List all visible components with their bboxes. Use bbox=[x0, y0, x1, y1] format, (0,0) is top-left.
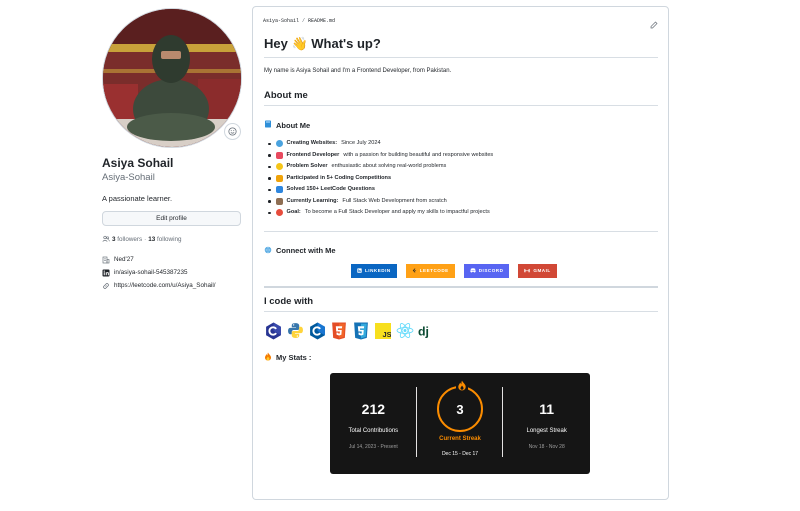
about-heading: About me bbox=[264, 90, 658, 106]
gmail-icon bbox=[524, 268, 531, 273]
react-icon bbox=[396, 322, 414, 340]
about-list: Creating Websites: Since July 2024 Front… bbox=[264, 138, 658, 219]
link-icon bbox=[102, 282, 110, 290]
globe-icon bbox=[264, 246, 272, 256]
trophy-icon bbox=[275, 174, 283, 182]
profile-sidebar: Asiya Sohail Asiya-Sohail A passionate l… bbox=[102, 8, 242, 292]
total-contributions: 212 Total Contributions Jul 14, 2023 - P… bbox=[330, 373, 417, 474]
readme-breadcrumb: Asiya-Sohail / README.md bbox=[263, 18, 336, 24]
c-icon bbox=[264, 322, 282, 340]
list-item: Goal: To become a Full Stack Developer a… bbox=[264, 207, 658, 219]
list-item: Currently Learning: Full Stack Web Devel… bbox=[264, 196, 658, 208]
set-status-button[interactable] bbox=[224, 123, 241, 140]
total-contributions-value: 212 bbox=[361, 401, 386, 417]
list-item: Participated in 5+ Coding Competitions bbox=[264, 173, 658, 185]
current-streak-range: Dec 15 - Dec 17 bbox=[441, 451, 479, 457]
avatar[interactable] bbox=[102, 8, 242, 148]
longest-streak-range: Nov 18 - Nov 28 bbox=[528, 444, 565, 450]
book-icon bbox=[264, 120, 272, 130]
code-heading: I code with bbox=[264, 296, 658, 312]
bulb-icon bbox=[275, 163, 283, 171]
about-subheading: About Me bbox=[264, 120, 658, 130]
django-icon: dj bbox=[418, 322, 436, 340]
python-icon bbox=[286, 322, 304, 340]
edit-profile-button[interactable]: Edit profile bbox=[102, 211, 241, 226]
list-item: Frontend Developer with a passion for bu… bbox=[264, 150, 658, 162]
organization-icon bbox=[102, 256, 110, 264]
leetcode-badge[interactable]: LEETCODE bbox=[405, 263, 455, 278]
svg-text:JS: JS bbox=[383, 330, 392, 339]
pencil-icon bbox=[650, 21, 658, 29]
follow-stats: 3 followers · 13 following bbox=[102, 235, 242, 243]
discord-icon bbox=[470, 268, 476, 273]
breadcrumb-file: README.md bbox=[308, 18, 336, 24]
edit-readme-button[interactable] bbox=[650, 16, 658, 34]
profile-website[interactable]: https://leetcode.com/u/Asiya_Sohail/ bbox=[102, 279, 242, 292]
tech-icons: JS dj bbox=[264, 322, 658, 340]
social-badges: LINKEDIN LEETCODE DISCORD GMAIL bbox=[351, 263, 658, 278]
cpp-icon bbox=[308, 322, 326, 340]
followers-link[interactable]: 3 followers bbox=[112, 236, 142, 243]
total-contributions-label: Total Contributions bbox=[348, 428, 399, 434]
smiley-icon bbox=[228, 127, 237, 136]
profile-full-name: Asiya Sohail bbox=[102, 156, 174, 170]
longest-streak-value: 11 bbox=[539, 401, 555, 417]
svg-text:dj: dj bbox=[418, 324, 429, 338]
rocket-icon bbox=[275, 151, 283, 159]
linkedin-icon bbox=[102, 269, 110, 277]
current-streak-value: 3 bbox=[456, 401, 464, 417]
linkedin-badge[interactable]: LINKEDIN bbox=[351, 263, 397, 278]
discord-badge[interactable]: DISCORD bbox=[463, 263, 510, 278]
readme-title: Hey 👋 What's up? bbox=[264, 35, 658, 58]
total-contributions-range: Jul 14, 2023 - Present bbox=[348, 444, 398, 450]
current-streak: 3 Current Streak Dec 15 - Dec 17 bbox=[417, 373, 504, 474]
connect-heading: Connect with Me bbox=[264, 246, 658, 256]
current-streak-label: Current Streak bbox=[439, 436, 481, 442]
breadcrumb-user[interactable]: Asiya-Sohail bbox=[263, 18, 299, 24]
divider bbox=[264, 285, 658, 288]
divider bbox=[264, 230, 658, 232]
profile-details: Ned'27 in/asiya-sohail-545387235 https:/… bbox=[102, 253, 242, 292]
globe-icon bbox=[275, 140, 283, 148]
readme-content: Hey 👋 What's up? My name is Asiya Sohail… bbox=[264, 35, 658, 363]
target-icon bbox=[275, 209, 283, 217]
html5-icon bbox=[330, 322, 348, 340]
chart-icon bbox=[275, 186, 283, 194]
books-icon bbox=[275, 197, 283, 205]
people-icon bbox=[102, 235, 110, 242]
fire-icon bbox=[264, 352, 272, 363]
css3-icon bbox=[352, 322, 370, 340]
fire-icon bbox=[456, 379, 468, 391]
stats-heading: My Stats : bbox=[264, 352, 658, 363]
list-item: Solved 150+ LeetCode Questions bbox=[264, 184, 658, 196]
javascript-icon: JS bbox=[374, 322, 392, 340]
profile-linkedin[interactable]: in/asiya-sohail-545387235 bbox=[102, 266, 242, 279]
list-item: Creating Websites: Since July 2024 bbox=[264, 138, 658, 150]
current-streak-ring: 3 bbox=[437, 379, 483, 432]
leetcode-icon bbox=[412, 268, 416, 273]
avatar-image bbox=[103, 9, 241, 147]
longest-streak: 11 Longest Streak Nov 18 - Nov 28 bbox=[503, 373, 590, 474]
list-item: Problem Solver enthusiastic about solvin… bbox=[264, 161, 658, 173]
linkedin-icon bbox=[357, 268, 362, 273]
profile-username: Asiya-Sohail bbox=[102, 172, 155, 183]
gmail-badge[interactable]: GMAIL bbox=[518, 263, 557, 278]
longest-streak-label: Longest Streak bbox=[526, 428, 567, 434]
readme-intro: My name is Asiya Sohail and I'm a Fronte… bbox=[264, 68, 452, 74]
profile-bio: A passionate learner. bbox=[102, 194, 173, 203]
following-link[interactable]: 13 following bbox=[148, 236, 181, 243]
streak-stats-card: 212 Total Contributions Jul 14, 2023 - P… bbox=[330, 373, 590, 474]
profile-organization: Ned'27 bbox=[102, 253, 242, 266]
